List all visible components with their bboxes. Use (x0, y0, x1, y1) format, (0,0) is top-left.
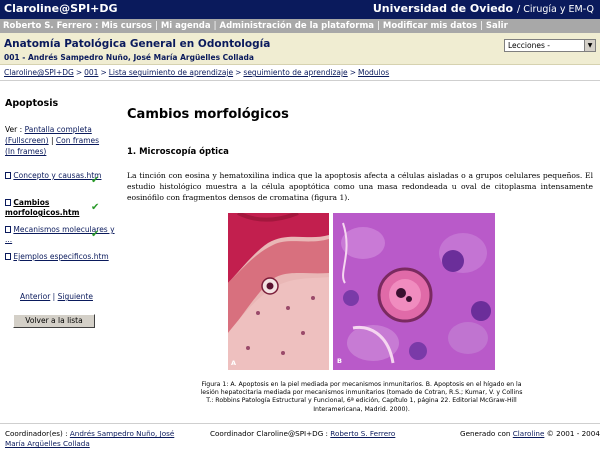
course-title[interactable]: Anatomía Patológica General en Odontolog… (4, 38, 270, 50)
select-value: Lecciones - (508, 41, 550, 50)
step-link-ejemplos[interactable]: Ejemplos especificos.htm (13, 252, 108, 261)
platform-coordinator-link[interactable]: Roberto S. Ferrero (330, 429, 395, 438)
breadcrumb-course[interactable]: 001 (84, 68, 98, 77)
image-label-b: B (337, 357, 342, 365)
step-link-cambios[interactable]: Cambios morfologicos.htm (5, 198, 79, 217)
footer-platform-coordinator: Coordinador Claroline@SPI+DG : Roberto S… (210, 429, 395, 439)
section-heading: 1. Microscopía óptica (127, 147, 229, 157)
user-menu-admin[interactable]: Administración de la plataforma (220, 21, 375, 31)
view-mode-options: Ver : Pantalla completa (Fullscreen) | C… (5, 125, 100, 156)
checkmark-icon: ✔ (91, 229, 100, 240)
document-icon (5, 253, 11, 260)
course-authors: 001 - Andrés Sampedro Nuño, José María A… (4, 53, 254, 62)
user-menu-edit-profile[interactable]: Modificar mis datos (383, 21, 477, 31)
claroline-link[interactable]: Claroline (513, 429, 545, 438)
footer-generated: Generado con Claroline © 2001 - 2004 (460, 429, 600, 439)
user-menu-my-courses[interactable]: Roberto S. Ferrero : Mis cursos (3, 21, 152, 31)
separator: | (480, 21, 483, 31)
histology-image-b: B (333, 213, 495, 370)
breadcrumb-modules[interactable]: Modulos (358, 68, 389, 77)
document-icon (5, 172, 11, 179)
document-icon (5, 226, 11, 233)
liver-histology-illustration (333, 213, 495, 370)
footer-coordinators: Coordinador(es) : Andrés Sampedro Nuño, … (5, 429, 195, 449)
university-name[interactable]: Universidad de Oviedo / Cirugía y EM-Q (373, 2, 594, 15)
module-title: Apoptosis (5, 98, 59, 109)
breadcrumb-learning-list[interactable]: Lista seguimiento de aprendizaje (109, 68, 233, 77)
page-title: Cambios morfológicos (127, 107, 289, 122)
chevron-down-icon[interactable]: ▼ (584, 40, 595, 51)
breadcrumb: Claroline@SPI+DG >001 > Lista seguimiento d… (4, 68, 390, 77)
list-item[interactable]: Concepto y causas.htm ✔ (5, 171, 117, 198)
user-menu-logout[interactable]: Salir (486, 21, 508, 31)
checkmark-icon: ✔ (91, 175, 100, 186)
user-menu-agenda[interactable]: Mi agenda (161, 21, 211, 31)
step-link-concepto[interactable]: Concepto y causas.htm (13, 171, 101, 180)
generated-label: Generado con (460, 429, 511, 438)
view-label: Ver : (5, 125, 23, 134)
module-step-list: Concepto y causas.htm ✔ Cambios morfolog… (5, 171, 117, 279)
document-icon (5, 199, 11, 206)
skin-histology-illustration (228, 213, 329, 370)
separator: | (377, 21, 380, 31)
histology-image-a: A (228, 213, 329, 370)
body-paragraph: La tinción con eosina y hematoxilina ind… (127, 171, 593, 202)
platform-coordinator-label: Coordinador Claroline@SPI+DG : (210, 429, 328, 438)
next-link[interactable]: Siguiente (58, 292, 93, 301)
list-item[interactable]: Ejemplos especificos.htm (5, 252, 117, 279)
top-bar: Claroline@SPI+DG Universidad de Oviedo /… (0, 0, 600, 19)
coordinators-label: Coordinador(es) : (5, 429, 68, 438)
course-tools-select[interactable]: Lecciones - ▼ (504, 39, 596, 52)
previous-link[interactable]: Anterior (20, 292, 50, 301)
list-item[interactable]: Cambios morfologicos.htm ✔ (5, 198, 117, 225)
breadcrumb-learning-path[interactable]: seguimiento de aprendizaje (243, 68, 347, 77)
separator: | (154, 21, 158, 31)
back-to-list-button[interactable]: Volver a la lista (13, 314, 95, 328)
step-navigation: Anterior | Siguiente (20, 292, 93, 301)
copyright: © 2001 - 2004 (546, 429, 600, 438)
breadcrumb-platform[interactable]: Claroline@SPI+DG (4, 68, 74, 77)
checkmark-icon: ✔ (91, 202, 100, 213)
image-label-a: A (231, 359, 237, 367)
university-title: Universidad de Oviedo (372, 2, 514, 15)
university-department: / Cirugía y EM-Q (516, 4, 594, 15)
user-menu-bar: Roberto S. Ferrero : Mis cursos | Mi agend… (0, 19, 600, 33)
separator: | (213, 21, 217, 31)
list-item[interactable]: Mecanismos moleculares y ... ✔ (5, 225, 117, 252)
divider (0, 80, 600, 81)
platform-brand[interactable]: Claroline@SPI+DG (4, 2, 118, 15)
divider (0, 423, 600, 424)
figure-caption: Figura 1: A. Apoptosis en la piel mediad… (200, 381, 523, 413)
course-header: Anatomía Patológica General en Odontolog… (0, 33, 600, 65)
